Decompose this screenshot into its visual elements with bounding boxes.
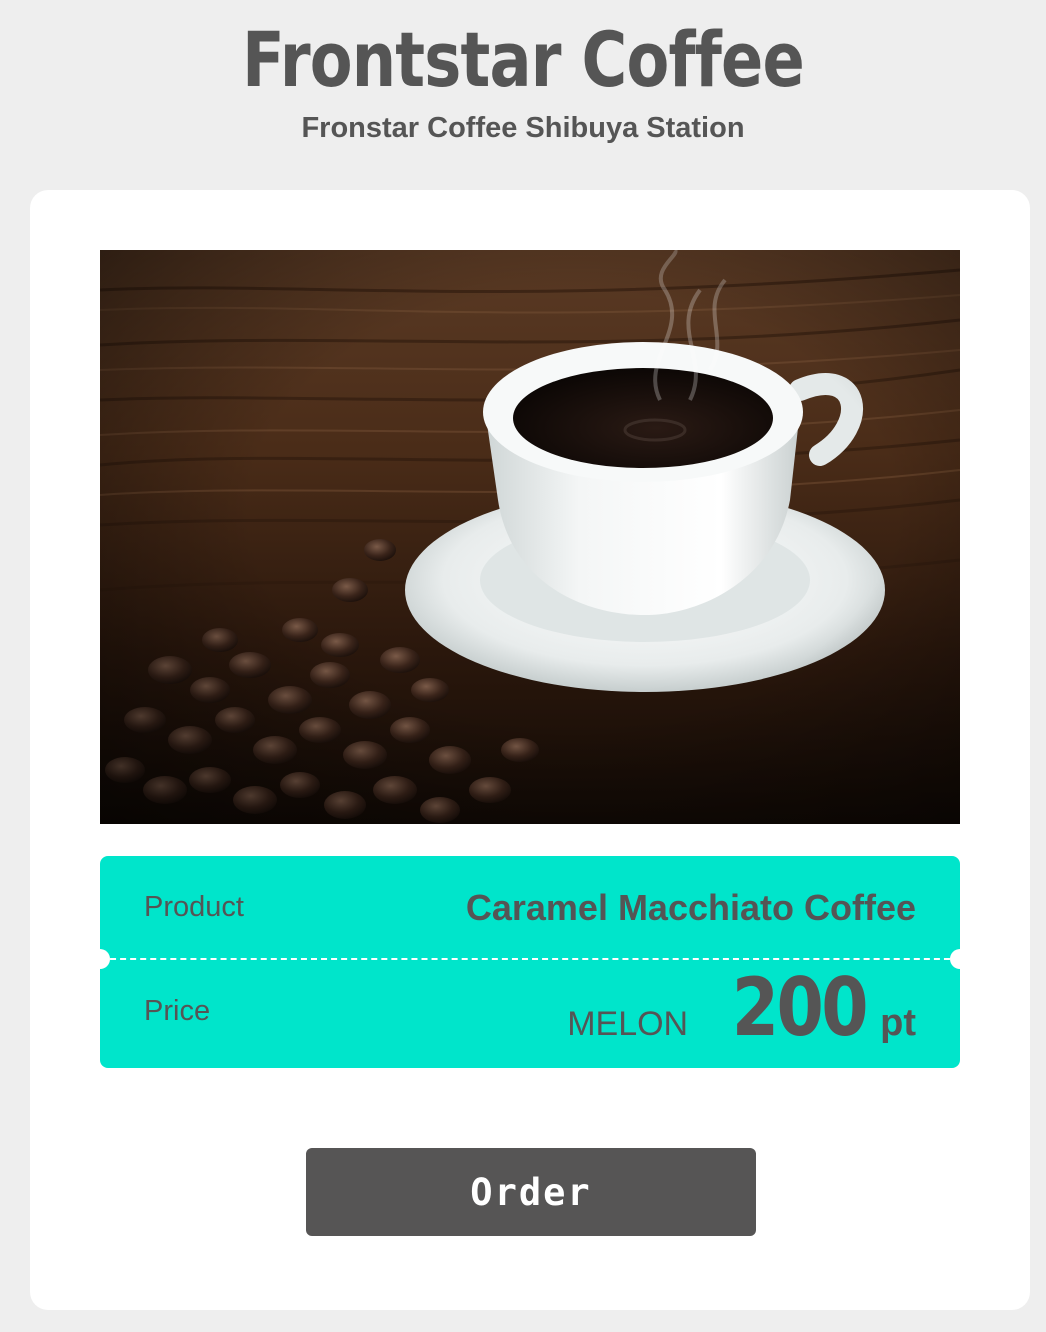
price-amount: 200 xyxy=(731,961,869,1054)
ticket-divider xyxy=(100,958,960,960)
header: Frontstar Coffee Fronstar Coffee Shibuya… xyxy=(0,0,1046,190)
brand-title: Frontstar Coffee xyxy=(242,15,805,104)
ticket-notch-left xyxy=(90,949,110,969)
product-name: Caramel Macchiato Coffee xyxy=(465,887,916,928)
product-card: Product Caramel Macchiato Coffee Price M… xyxy=(30,190,1030,1310)
coffee-cup-photo xyxy=(100,250,960,824)
product-photo xyxy=(100,250,960,824)
ticket-notch-right xyxy=(950,949,970,969)
price-value: MELON 200 pt xyxy=(567,968,916,1048)
price-label: Price xyxy=(144,995,211,1027)
order-button[interactable]: Order xyxy=(306,1148,756,1236)
price-unit: pt xyxy=(880,1002,916,1044)
order-ticket: Product Caramel Macchiato Coffee Price M… xyxy=(90,856,970,1068)
store-name: Fronstar Coffee Shibuya Station xyxy=(301,112,745,144)
price-currency: MELON xyxy=(567,1005,689,1043)
product-label: Product xyxy=(144,891,244,923)
